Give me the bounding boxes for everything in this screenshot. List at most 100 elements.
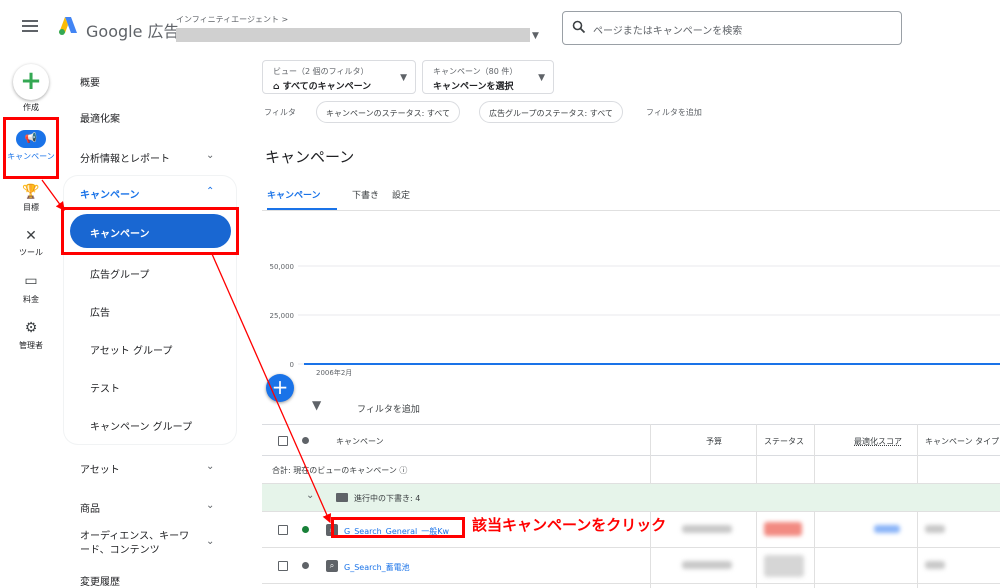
nav-recommendations[interactable]: 最適化案 — [80, 110, 120, 125]
add-filter-link[interactable]: フィルタを追加 — [646, 107, 702, 118]
redacted-status — [764, 555, 804, 577]
campaign-selector-value: キャンペーンを選択 — [433, 82, 514, 92]
header-campaign-type[interactable]: キャンペーン タイプ — [925, 436, 999, 447]
create-label: 作成 — [23, 103, 39, 112]
rail-admin-label[interactable]: 管理者 — [0, 340, 62, 351]
nav-assets[interactable]: アセット — [80, 461, 120, 476]
table-row[interactable]: ⌕ G_Search_蓄電池 — [262, 548, 1000, 584]
y-tick-label: 25,000 — [270, 312, 295, 320]
total-label-text: 合計: 現在のビューのキャンペーン — [272, 466, 397, 475]
search-input[interactable]: ページまたはキャンペーンを検索 — [562, 11, 902, 45]
annotation-callout: 該当キャンペーンをクリック — [472, 516, 667, 534]
campaign-selector[interactable]: キャンペーン（80 件） キャンペーンを選択 ▼ — [422, 60, 554, 94]
rail-tools-label[interactable]: ツール — [0, 247, 62, 258]
add-campaign-button[interactable]: + — [266, 374, 294, 402]
search-campaign-icon: ⌕ — [326, 560, 338, 572]
y-tick-label: 50,000 — [270, 263, 295, 271]
chevron-down-icon[interactable]: ⌄ — [206, 500, 214, 511]
search-icon — [572, 20, 586, 34]
draft-label: 進行中の下書き: 4 — [354, 494, 421, 503]
subnav-item-experiments[interactable]: テスト — [90, 380, 120, 395]
filter-chip-campaign-status[interactable]: キャンペーンのステータス: すべて — [316, 101, 460, 123]
rail-billing-label[interactable]: 料金 — [0, 294, 62, 305]
filter-icon[interactable]: ▼ — [312, 398, 321, 412]
brand-title: Google 広告 — [86, 22, 180, 41]
tab-divider — [262, 210, 1000, 211]
trophy-icon[interactable]: 🏆 — [21, 184, 41, 200]
chevron-down-icon[interactable]: ⌄ — [306, 490, 314, 501]
nav-insights[interactable]: 分析情報とレポート — [80, 150, 170, 165]
tab-drafts[interactable]: 下書き — [352, 188, 379, 201]
y-tick-label: 0 — [290, 361, 294, 369]
select-all-checkbox[interactable] — [278, 436, 288, 446]
create-button[interactable]: + — [13, 64, 49, 100]
header-campaign[interactable]: キャンペーン — [336, 436, 384, 447]
campaign-selector-label: キャンペーン（80 件） — [433, 67, 518, 76]
chevron-down-icon[interactable]: ⌄ — [206, 536, 214, 547]
chevron-down-icon[interactable]: ⌄ — [206, 150, 214, 161]
rail-goals-label[interactable]: 目標 — [0, 202, 62, 213]
status-enabled-dot — [302, 526, 309, 533]
nav-audiences[interactable]: オーディエンス、キーワード、コンテンツ — [80, 530, 194, 558]
subnav-item-ads[interactable]: 広告 — [90, 304, 110, 319]
view-selector[interactable]: ビュー（2 個のフィルタ） ⌂ すべてのキャンペーン ▼ — [262, 60, 416, 94]
chevron-up-icon[interactable]: ⌃ — [206, 186, 214, 197]
target-campaign-highlight — [331, 517, 465, 538]
campaign-link[interactable]: G_Search_蓄電池 — [344, 562, 410, 573]
redacted-type — [925, 525, 945, 533]
caret-down-icon: ▼ — [400, 73, 407, 83]
rail-campaigns-highlight — [3, 117, 59, 179]
search-placeholder: ページまたはキャンペーンを検索 — [593, 26, 743, 37]
top-bar: Google 広告 インフィニティエージェント > ▼ ページまたはキャンペーン… — [0, 0, 1000, 58]
billing-icon[interactable]: ▭ — [21, 273, 41, 289]
nav-campaigns-section[interactable]: キャンペーン — [80, 186, 140, 201]
menu-icon[interactable] — [22, 20, 38, 32]
redacted-type — [925, 561, 945, 569]
subnav-campaigns-highlight — [61, 207, 239, 255]
view-selector-value-text: すべてのキャンペーン — [282, 82, 372, 92]
subnav-item-campaign-groups[interactable]: キャンペーン グループ — [90, 418, 192, 433]
header-status[interactable]: ステータス — [764, 436, 810, 447]
draft-row[interactable]: ⌄ 進行中の下書き: 4 — [262, 484, 1000, 512]
header-opt-score[interactable]: 最適化スコア — [854, 436, 902, 447]
performance-chart: 50,000 25,000 0 2006年2月 — [270, 263, 1000, 377]
campaign-table: キャンペーン 予算 ステータス 最適化スコア キャンペーン タイプ 合計: 現在… — [262, 424, 1000, 588]
status-paused-dot — [302, 562, 309, 569]
view-selector-label: ビュー（2 個のフィルタ） — [273, 67, 369, 76]
subnav-item-ad-groups[interactable]: 広告グループ — [90, 266, 149, 281]
help-icon[interactable]: ⓘ — [399, 466, 407, 475]
tools-icon[interactable]: ✕ — [21, 228, 41, 244]
redacted-status — [764, 522, 802, 536]
caret-down-icon: ▼ — [538, 73, 545, 83]
header-budget[interactable]: 予算 — [706, 436, 722, 447]
status-dot-header — [302, 437, 309, 444]
redacted-budget — [682, 525, 732, 533]
table-header-row: キャンペーン 予算 ステータス 最適化スコア キャンペーン タイプ — [262, 424, 1000, 456]
subnav-item-asset-groups[interactable]: アセット グループ — [90, 342, 172, 357]
filter-chip-adgroup-status[interactable]: 広告グループのステータス: すべて — [479, 101, 623, 123]
nav-overview[interactable]: 概要 — [80, 74, 100, 89]
account-breadcrumb[interactable]: インフィニティエージェント > — [176, 14, 288, 25]
total-label: 合計: 現在のビューのキャンペーン ⓘ — [272, 465, 407, 476]
row-checkbox[interactable] — [278, 561, 288, 571]
gear-icon[interactable]: ⚙ — [21, 320, 41, 336]
view-selector-value: ⌂ すべてのキャンペーン — [273, 82, 372, 92]
google-ads-screen: Google 広告 インフィニティエージェント > ▼ ページまたはキャンペーン… — [0, 0, 1000, 588]
account-dropdown-icon[interactable]: ▼ — [532, 31, 539, 41]
total-row: 合計: 現在のビューのキャンペーン ⓘ — [262, 456, 1000, 484]
redacted-opt-score — [874, 525, 900, 533]
table-add-filter[interactable]: フィルタを追加 — [357, 402, 420, 415]
row-checkbox[interactable] — [278, 525, 288, 535]
google-ads-logo-icon — [59, 17, 77, 35]
page-title: キャンペーン — [265, 148, 355, 166]
account-name-redacted[interactable] — [176, 28, 530, 42]
nav-change-history[interactable]: 変更履歴 — [80, 573, 120, 588]
filter-label: フィルタ — [264, 108, 296, 117]
tab-settings[interactable]: 設定 — [392, 188, 410, 201]
chevron-down-icon[interactable]: ⌄ — [206, 461, 214, 472]
x-tick-label: 2006年2月 — [316, 368, 352, 377]
tab-campaigns[interactable]: キャンペーン — [267, 188, 321, 201]
redacted-budget — [682, 561, 732, 569]
nav-products[interactable]: 商品 — [80, 500, 100, 515]
folder-icon — [336, 493, 348, 502]
